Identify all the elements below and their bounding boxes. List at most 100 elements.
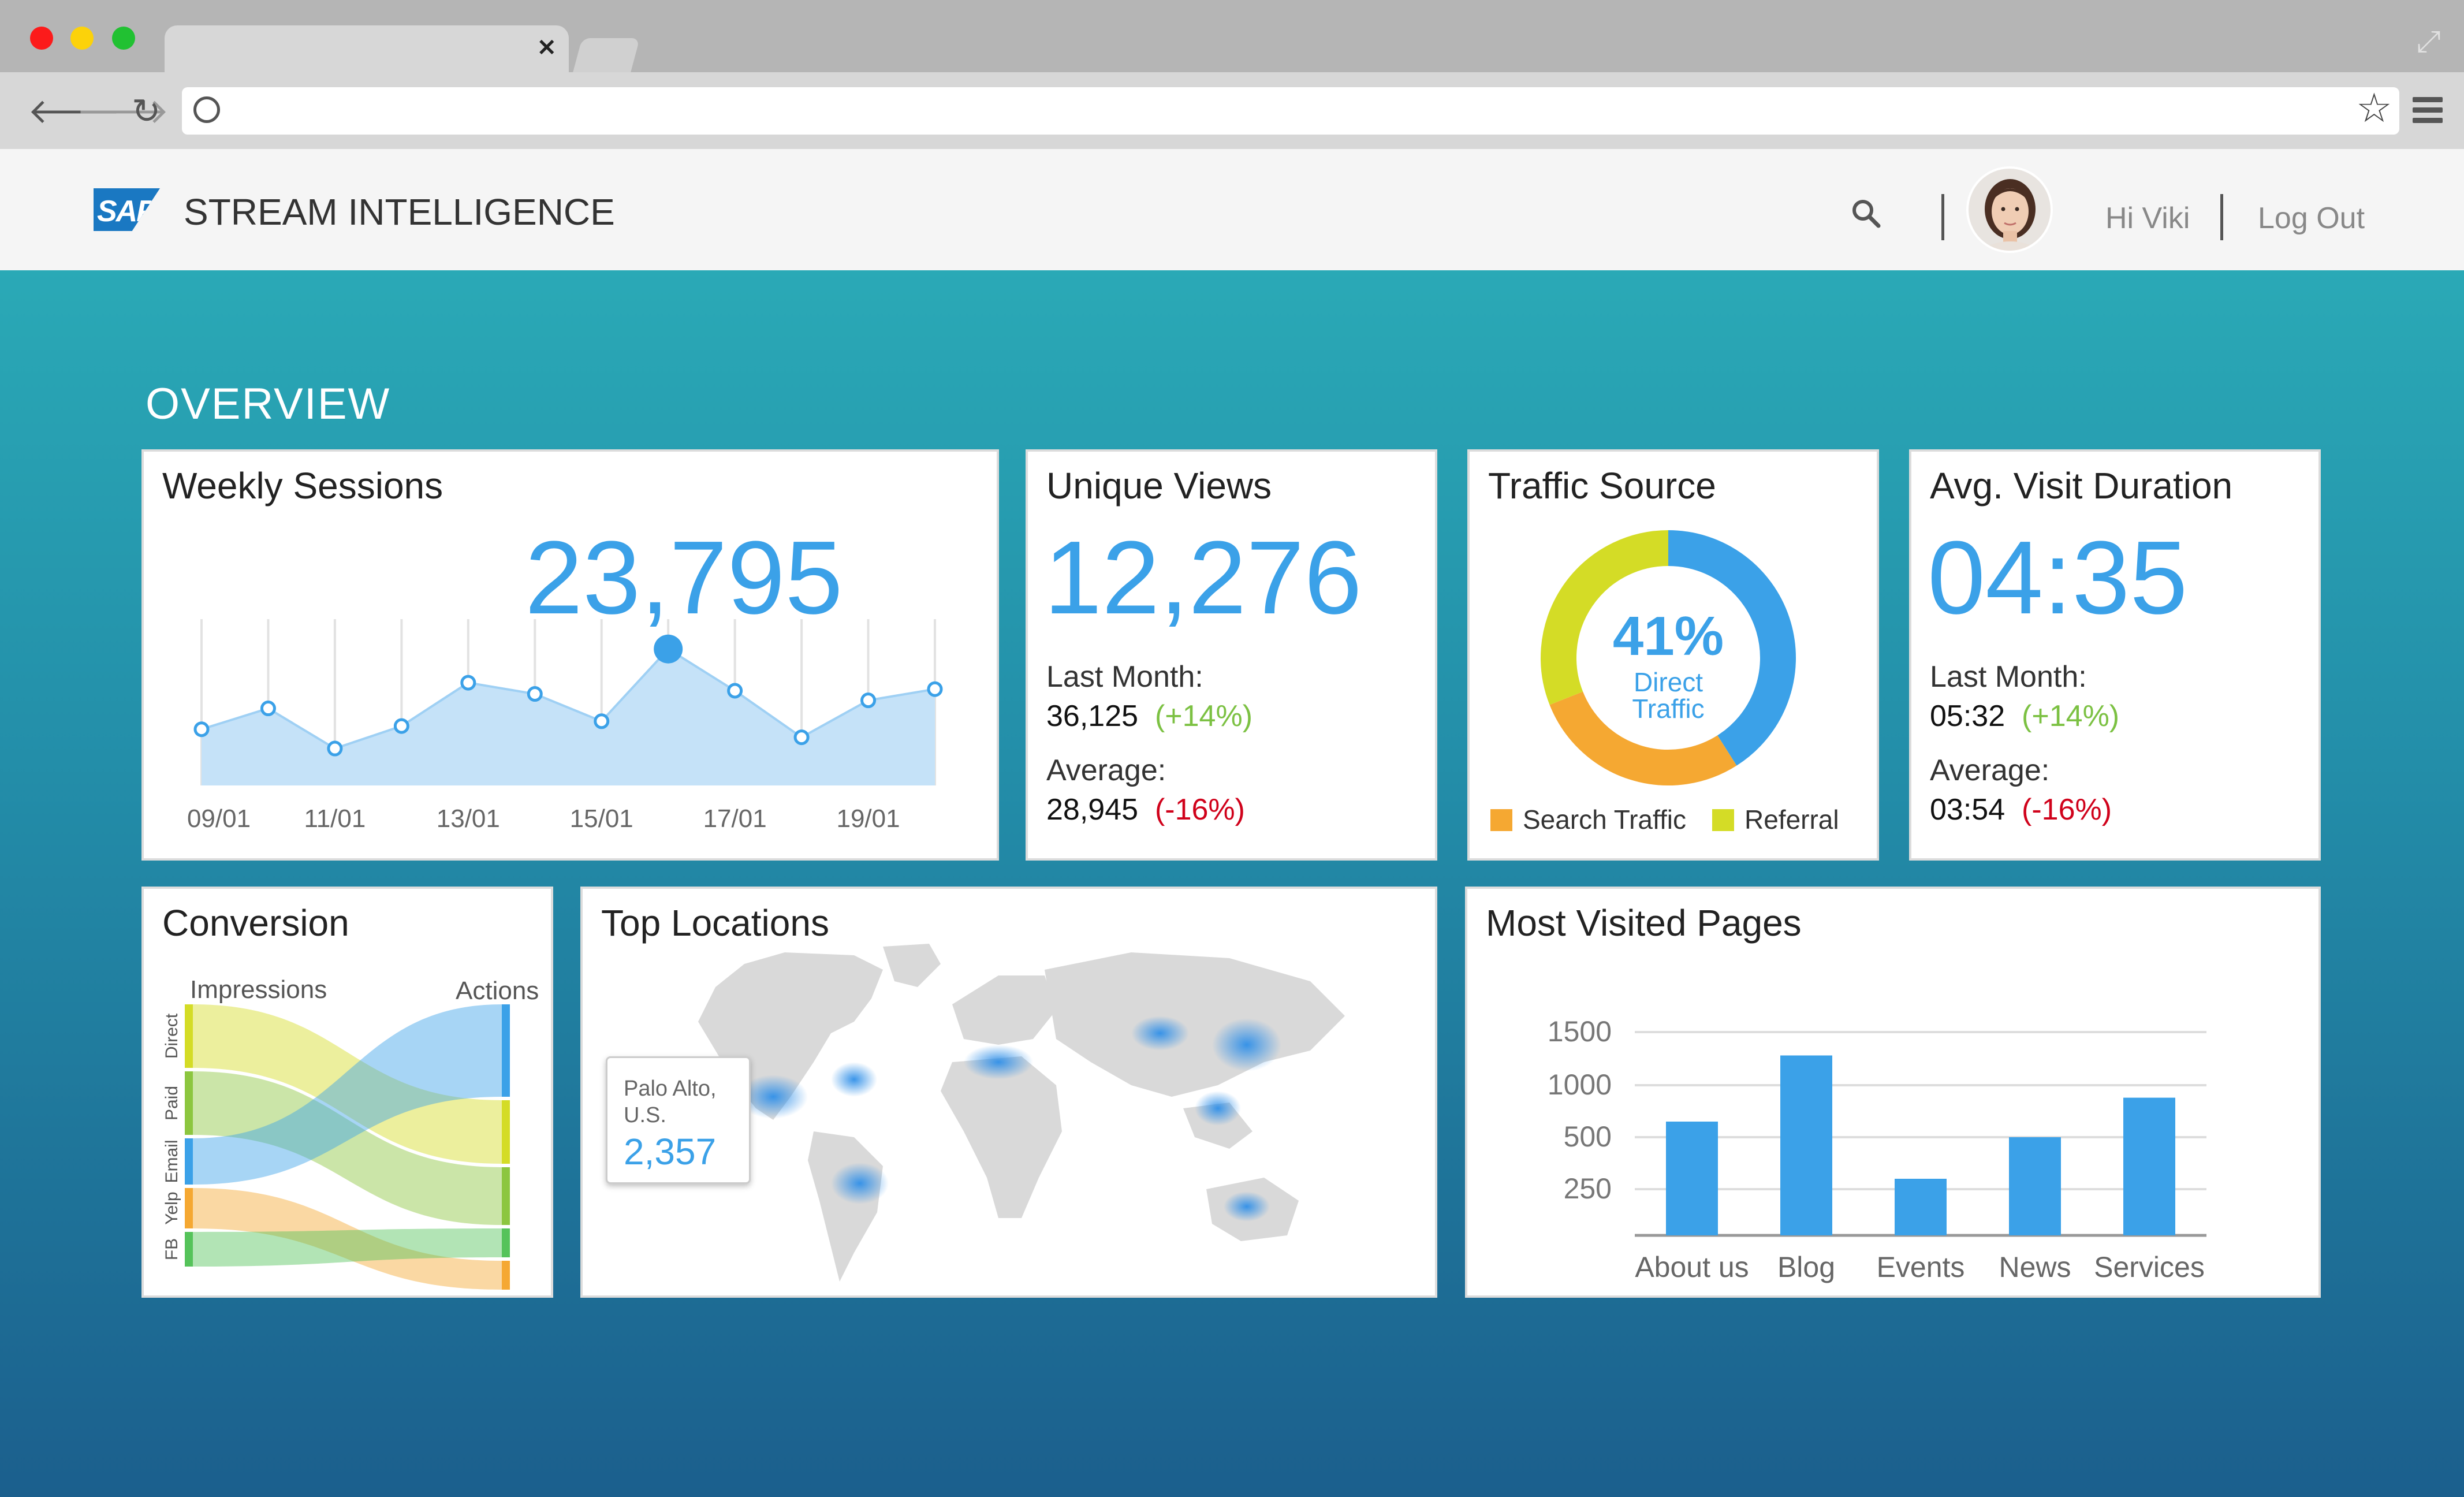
avatar[interactable] xyxy=(1966,166,2053,253)
close-window-button[interactable] xyxy=(30,27,53,50)
europe xyxy=(952,975,1056,1045)
average-change: (-16%) xyxy=(2022,793,2112,826)
sankey-source-bar xyxy=(185,1188,193,1228)
address-bar[interactable] xyxy=(182,87,2399,135)
conversion-card[interactable]: Conversion Impressions Actions Direct Pai… xyxy=(141,887,553,1298)
globe-icon xyxy=(193,96,220,123)
sankey-target-bar xyxy=(502,1004,510,1097)
page-title: OVERVIEW xyxy=(146,379,391,429)
average-value: 28,945 (-16%) xyxy=(1046,793,1245,826)
average-change: (-16%) xyxy=(1154,793,1245,826)
traffic-source-card[interactable]: Traffic Source 41% Direct Traffic Search… xyxy=(1467,449,1879,861)
tab-close-icon[interactable]: ✕ xyxy=(537,35,557,61)
dashboard: OVERVIEW Weekly Sessions 23,795 09/01 11/… xyxy=(0,270,2464,1497)
data-point xyxy=(460,675,476,691)
weekly-sessions-card[interactable]: Weekly Sessions 23,795 09/01 11/01 13/01 15… xyxy=(141,449,999,861)
sankey-source-bar xyxy=(185,1232,193,1267)
legend-swatch xyxy=(1712,809,1734,831)
average-label: Average: xyxy=(1046,754,1166,787)
x-tick-label: 13/01 xyxy=(437,805,500,833)
header-divider-2 xyxy=(2220,194,2223,240)
sankey-source-bar xyxy=(185,1138,193,1185)
source-label: Yelp xyxy=(162,1191,181,1224)
donut-center-label-2: Traffic xyxy=(1632,694,1705,724)
tooltip-value: 2,357 xyxy=(624,1131,717,1172)
area-fill xyxy=(202,649,935,785)
new-tab-button[interactable] xyxy=(572,38,640,73)
average-value: 03:54 (-16%) xyxy=(1930,793,2112,826)
donut-center-value: 41% xyxy=(1612,605,1724,667)
data-point xyxy=(193,721,210,738)
bar xyxy=(2009,1137,2061,1235)
product-name: STREAM INTELLIGENCE xyxy=(184,191,615,233)
x-tick-label: 17/01 xyxy=(703,805,767,833)
data-point xyxy=(793,729,810,746)
data-point xyxy=(860,692,877,709)
user-portrait-icon xyxy=(1981,179,2040,251)
header-divider xyxy=(1941,194,1944,240)
bookmark-star-icon[interactable]: ☆ xyxy=(2356,84,2392,132)
minimize-window-button[interactable] xyxy=(70,27,94,50)
browser-chrome: ✕ ⤢ 🡐 🡒 ↻ ☆ xyxy=(0,0,2464,149)
source-label: FB xyxy=(162,1238,181,1260)
sap-logo[interactable]: SAP xyxy=(94,188,160,231)
sankey-target-bar xyxy=(502,1261,510,1290)
y-tick-label: 1000 xyxy=(1548,1068,1612,1101)
last-month-label: Last Month: xyxy=(1046,660,1203,694)
card-title: Unique Views xyxy=(1046,465,1272,507)
tooltip-city: Palo Alto, U.S. xyxy=(624,1077,717,1127)
y-tick-label: 500 xyxy=(1564,1120,1612,1153)
average-label: Average: xyxy=(1930,754,2050,787)
last-month-change: (+14%) xyxy=(2022,699,2120,733)
x-tick-label: Events xyxy=(1877,1251,1965,1283)
last-month-label: Last Month: xyxy=(1930,660,2087,694)
tab-bar: ✕ ⤢ xyxy=(0,0,2464,74)
x-tick-label: Blog xyxy=(1777,1251,1835,1283)
avg-visit-card[interactable]: Avg. Visit Duration 04:35 Last Month: 05… xyxy=(1909,449,2321,861)
data-point xyxy=(927,681,943,697)
source-label: Direct xyxy=(162,1013,181,1059)
last-month-value: 05:32 (+14%) xyxy=(1930,699,2120,733)
fullscreen-icon[interactable]: ⤢ xyxy=(2417,24,2441,59)
bar xyxy=(1666,1122,1718,1235)
data-point xyxy=(527,686,543,702)
south-america xyxy=(808,1131,883,1282)
x-tick-label: Services xyxy=(2094,1251,2205,1283)
asia xyxy=(1045,952,1345,1097)
most-visited-bar-chart: 250 500 1000 1500 About us Blog Events News Serv… xyxy=(1548,1015,2206,1283)
unique-views-card[interactable]: Unique Views 12,276 Last Month: 36,125 (… xyxy=(1026,449,1437,861)
browser-tab[interactable] xyxy=(165,25,569,74)
app-header: SAP STREAM INTELLIGENCE Hi Viki Log Out xyxy=(0,149,2464,270)
data-point xyxy=(594,713,610,729)
weekly-sessions-chart: 09/01 11/01 13/01 15/01 17/01 19/01 xyxy=(187,619,943,833)
maximize-window-button[interactable] xyxy=(112,27,135,50)
x-tick-label: 09/01 xyxy=(187,805,251,833)
search-icon[interactable] xyxy=(1851,198,1881,228)
unique-views-value: 12,276 xyxy=(1044,520,1362,636)
bar xyxy=(1895,1179,1947,1235)
logout-link[interactable]: Log Out xyxy=(2258,201,2365,236)
top-locations-card[interactable]: Top Locations Palo Alto, U.S. 2,357 xyxy=(580,887,1437,1298)
browser-menu-icon[interactable] xyxy=(2413,97,2443,128)
x-tick-label: 19/01 xyxy=(836,805,900,833)
last-month-change: (+14%) xyxy=(1154,699,1253,733)
greeting-text: Hi Viki xyxy=(2105,202,2190,235)
data-point xyxy=(327,740,343,757)
y-tick-label: 250 xyxy=(1564,1172,1612,1205)
sankey-source-bar xyxy=(185,1071,193,1135)
africa xyxy=(941,1056,1062,1218)
highlighted-point xyxy=(654,634,683,664)
x-tick-label: About us xyxy=(1635,1251,1749,1283)
bar xyxy=(2123,1097,2175,1235)
greenland xyxy=(883,944,941,987)
reload-icon[interactable]: ↻ xyxy=(132,94,161,129)
most-visited-card[interactable]: Most Visited Pages 250 500 1000 1500 About u… xyxy=(1465,887,2321,1298)
data-point xyxy=(393,718,409,734)
x-tick-label: 15/01 xyxy=(570,805,633,833)
x-tick-label: News xyxy=(1999,1251,2071,1283)
source-label: Paid xyxy=(162,1086,181,1120)
last-month-value: 36,125 (+14%) xyxy=(1046,699,1253,733)
sankey-source-bar xyxy=(185,1004,193,1068)
legend-referral: Referral xyxy=(1712,804,1839,835)
legend-search: Search Traffic xyxy=(1490,804,1686,835)
